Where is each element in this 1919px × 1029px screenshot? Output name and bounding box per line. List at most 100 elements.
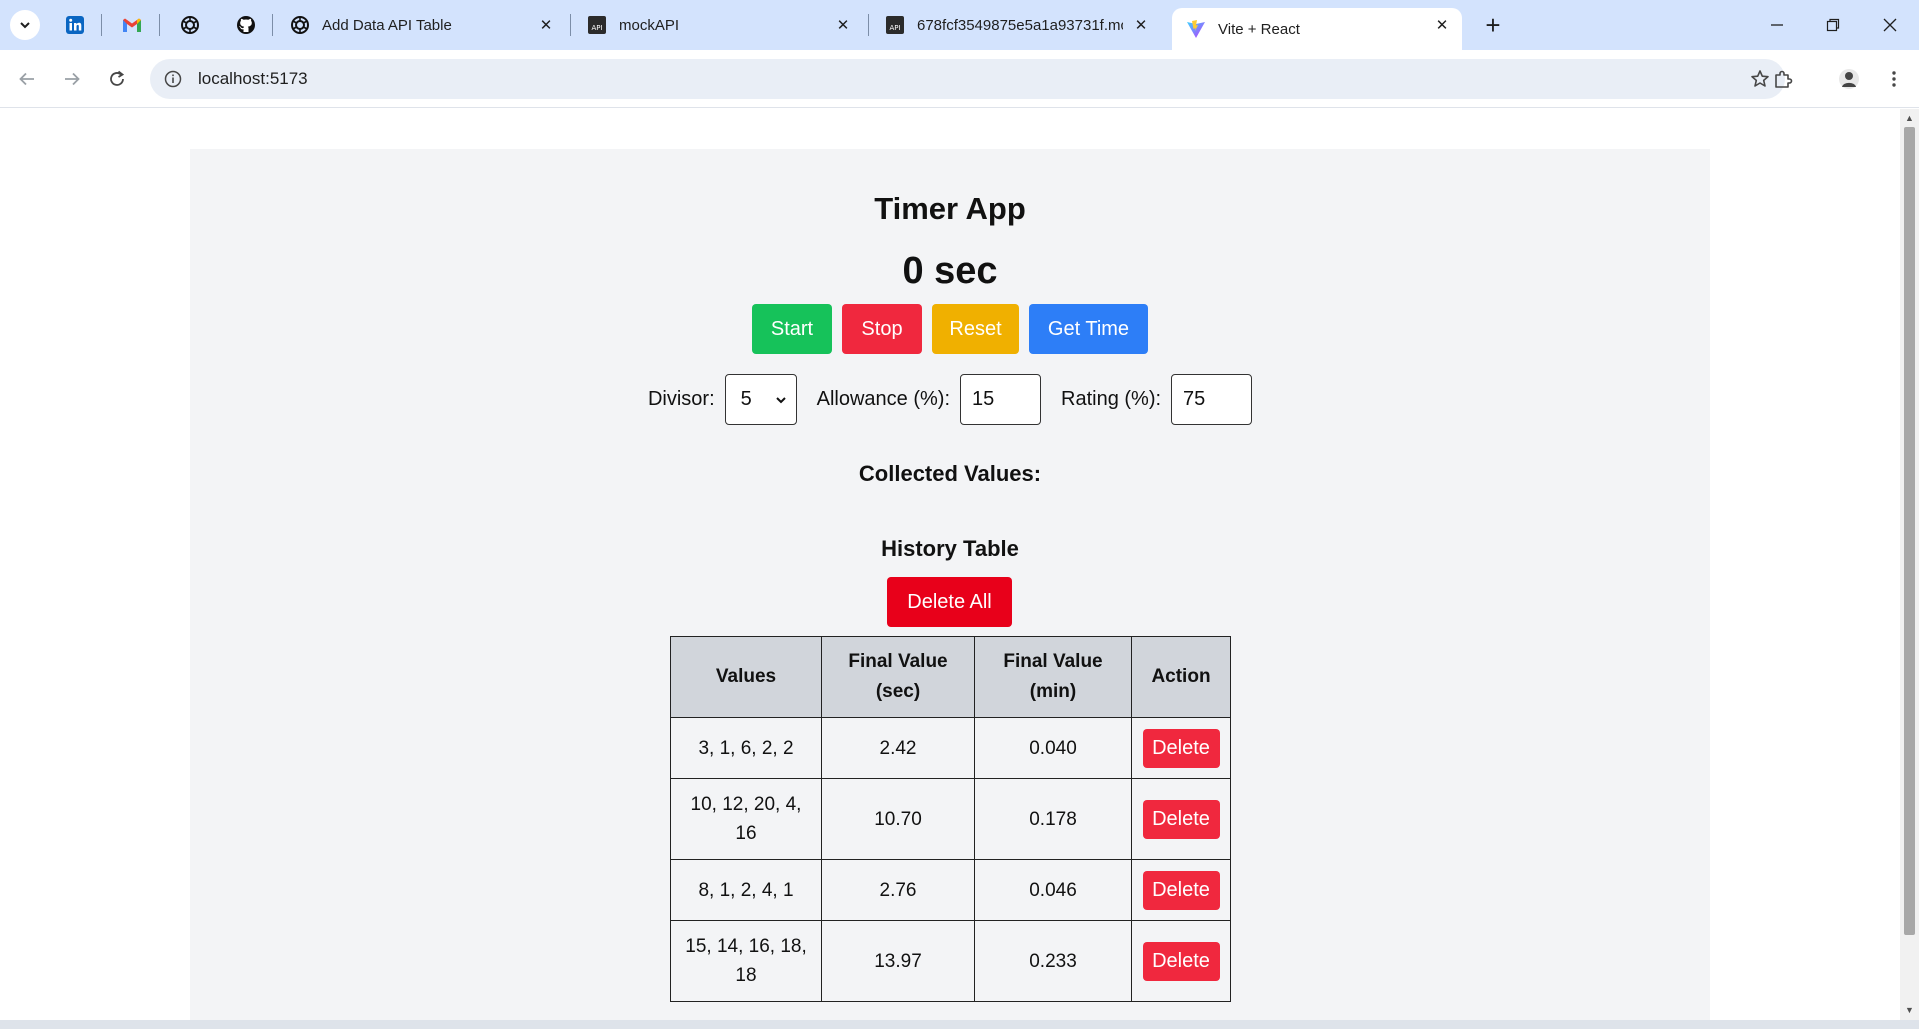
openai-icon [181,16,199,34]
delete-row-button[interactable]: Delete [1142,728,1220,768]
delete-row-button[interactable]: Delete [1142,799,1220,839]
chevron-down-icon [774,393,788,407]
get-time-button[interactable]: Get Time [1029,304,1148,354]
page-title: Timer App [874,191,1026,226]
pinned-tab-linkedin[interactable] [62,12,88,38]
window-bottom-edge [0,1020,1919,1029]
omnibox[interactable]: localhost:5173 [150,59,1785,99]
cell-values: 10, 12, 20, 4, 16 [670,778,822,860]
header-values: Values [670,636,822,718]
svg-text:API: API [591,24,602,32]
cell-final-sec: 10.70 [821,778,975,860]
tab-separator [570,14,571,36]
openai-icon [290,15,310,35]
profile-avatar[interactable] [1834,64,1864,94]
tab-title: mockAPI [619,16,680,34]
header-final-value-min: Final Value (min) [974,636,1132,718]
tab-add-data-api-table[interactable]: Add Data API Table ✕ [276,8,566,42]
history-table: Values Final Value (sec) Final Value (mi… [670,636,1231,1002]
table-header-row: Values Final Value (sec) Final Value (mi… [670,636,1231,718]
cell-action: Delete [1131,859,1231,921]
start-button[interactable]: Start [752,304,832,354]
pinned-tab-github[interactable] [233,12,259,38]
table-row: 8, 1, 2, 4, 1 2.76 0.046 Delete [670,859,1231,921]
header-action: Action [1131,636,1231,718]
puzzle-piece-icon [1775,70,1793,88]
mockapi-icon: API [885,15,905,35]
scroll-down-arrow-icon[interactable]: ▼ [1904,1004,1915,1016]
vertical-scrollbar[interactable]: ▲ ▼ [1900,109,1919,1020]
cell-values: 3, 1, 6, 2, 2 [670,717,822,779]
mockapi-icon: API [587,15,607,35]
allowance-input[interactable]: 15 [960,373,1042,425]
cell-action: Delete [1131,778,1231,860]
close-icon[interactable]: ✕ [1131,15,1151,35]
pinned-tab-openai[interactable] [177,12,203,38]
header-line: (min) [1029,681,1077,702]
rating-label: Rating (%): [1061,387,1162,410]
restore-button[interactable] [1813,10,1853,40]
rating-input[interactable]: 75 [1171,373,1253,425]
menu-button[interactable] [1879,64,1909,94]
tab-separator [272,14,273,36]
cell-action: Delete [1131,717,1231,779]
cell-final-min: 0.040 [974,717,1132,779]
tab-separator [159,14,160,36]
tab-mockapi-endpoint[interactable]: API 678fcf3549875e5a1a93731f.mc ✕ [871,8,1161,42]
scroll-up-arrow-icon[interactable]: ▲ [1904,112,1915,124]
history-table-heading: History Table [881,536,1019,561]
site-info-icon[interactable] [162,68,184,90]
forward-button[interactable] [57,64,87,94]
reset-button[interactable]: Reset [932,304,1019,354]
divisor-label: Divisor: [647,387,715,410]
close-window-button[interactable] [1870,10,1910,40]
vite-icon [1186,19,1206,39]
timer-app-card: Timer App 0 sec Start Stop Reset Get Tim… [190,149,1710,1020]
delete-row-button[interactable]: Delete [1142,870,1220,910]
avatar-icon [1839,69,1859,89]
kebab-menu-icon [1892,71,1896,87]
new-tab-button[interactable]: + [1478,10,1508,40]
url-text[interactable]: localhost:5173 [198,69,308,89]
svg-text:API: API [889,24,900,32]
close-icon[interactable]: ✕ [1432,15,1452,35]
tab-title: 678fcf3549875e5a1a93731f.mc [917,16,1123,34]
cell-final-sec: 2.42 [821,717,975,779]
divisor-value: 5 [740,387,752,410]
extensions-button[interactable] [1768,64,1798,94]
header-line: Final Value [1003,651,1103,672]
scrollbar-thumb[interactable] [1904,127,1915,935]
restore-icon [1826,18,1840,32]
divisor-select[interactable]: 5 [724,373,797,425]
tab-mockapi[interactable]: API mockAPI ✕ [573,8,863,42]
settings-row: Divisor: 5 Allowance (%): 15 Rating (%):… [190,373,1710,425]
pinned-tab-gmail[interactable] [119,12,145,38]
cell-final-sec: 13.97 [821,920,975,1002]
table-row: 10, 12, 20, 4, 16 10.70 0.178 Delete [670,778,1231,860]
timer-controls: Start Stop Reset Get Time [190,304,1710,354]
back-button[interactable] [12,64,42,94]
linkedin-icon [66,16,84,34]
tab-title: Vite + React [1218,20,1300,38]
close-icon [1883,18,1897,32]
close-icon[interactable]: ✕ [536,15,556,35]
tab-search-button[interactable] [10,10,40,40]
timer-display: 0 sec [902,250,998,292]
table-row: 15, 14, 16, 18, 18 13.97 0.233 Delete [670,920,1231,1002]
header-line: Final Value [848,651,948,672]
cell-final-min: 0.178 [974,778,1132,860]
chevron-down-icon [20,22,30,29]
close-icon[interactable]: ✕ [833,15,853,35]
tab-separator [101,14,102,36]
tab-vite-react[interactable]: Vite + React ✕ [1172,8,1462,50]
delete-row-button[interactable]: Delete [1142,941,1220,981]
minimize-button[interactable] [1757,10,1797,40]
github-icon [237,16,255,34]
tab-title: Add Data API Table [322,16,452,34]
cell-final-sec: 2.76 [821,859,975,921]
stop-button[interactable]: Stop [842,304,922,354]
forward-arrow-icon [65,72,80,86]
gmail-icon [123,18,141,32]
delete-all-button[interactable]: Delete All [887,577,1012,627]
reload-button[interactable] [102,64,132,94]
